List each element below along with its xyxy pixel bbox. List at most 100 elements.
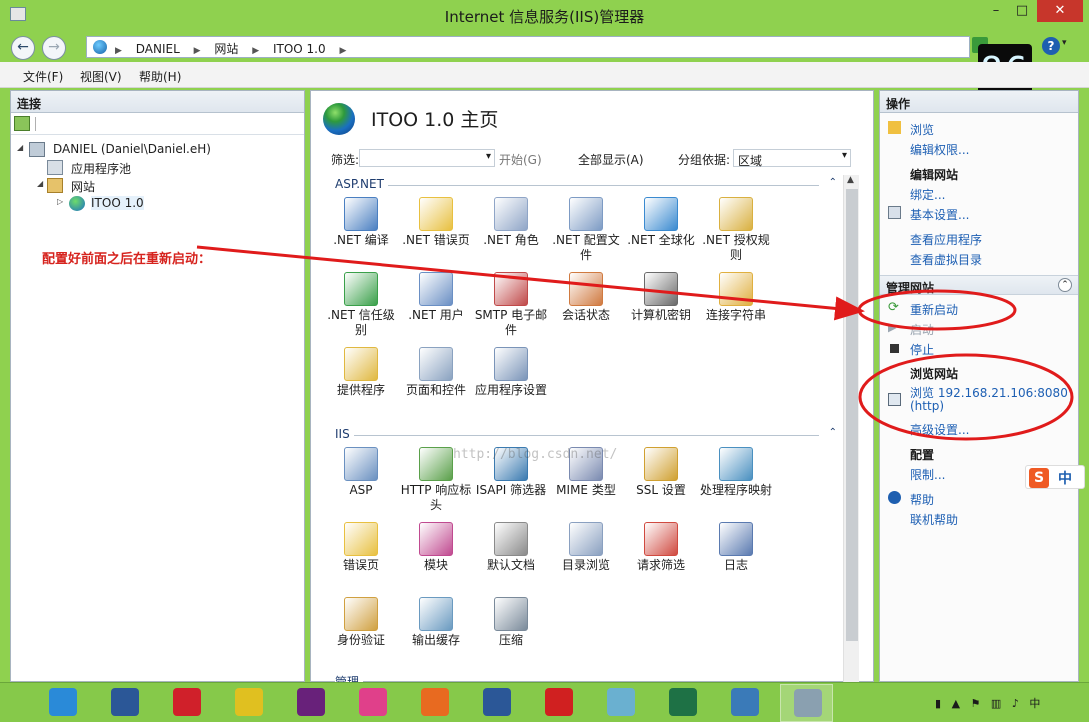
feature-label: 模块: [423, 558, 448, 572]
feature-handler-mappings[interactable]: 处理程序映射: [698, 447, 774, 498]
taskbar-button-word[interactable]: [98, 684, 151, 722]
feature-providers[interactable]: 提供程序: [323, 347, 399, 398]
forward-button[interactable]: →: [42, 36, 66, 60]
feature-connection-strings[interactable]: 连接字符串: [698, 272, 774, 323]
breadcrumb-item-daniel[interactable]: DANIEL: [136, 42, 180, 56]
feature-net-roles[interactable]: .NET 角色: [473, 197, 549, 248]
taskbar-button-word-doc[interactable]: [470, 684, 523, 722]
network-icon[interactable]: ▥: [991, 697, 1001, 710]
action-basic-settings[interactable]: 基本设置...: [910, 206, 969, 223]
feature-net-error-page[interactable]: .NET 错误页: [398, 197, 474, 248]
feature-net-authorization[interactable]: .NET 授权规则: [698, 197, 774, 263]
taskbar-button-visual-studio[interactable]: [284, 684, 337, 722]
close-button[interactable]: ✕: [1037, 0, 1083, 22]
net-roles-icon: [494, 197, 528, 231]
browse-url-protocol[interactable]: (http): [910, 399, 944, 413]
feature-modules[interactable]: 模块: [398, 522, 474, 573]
action-advanced-settings[interactable]: 高级设置...: [910, 421, 969, 438]
help-dropdown-icon[interactable]: ▾: [1062, 38, 1067, 48]
ime-tray-icon[interactable]: 中: [1029, 695, 1040, 711]
action-view-applications[interactable]: 查看应用程序: [910, 231, 982, 248]
menu-file[interactable]: 文件(F): [23, 68, 63, 85]
maximize-button[interactable]: □: [1012, 0, 1032, 22]
battery-icon[interactable]: ▮: [935, 697, 941, 710]
feature-label: 处理程序映射: [699, 483, 772, 497]
feature-label: 日志: [723, 558, 748, 572]
tool-icon: [235, 688, 263, 716]
taskbar-button-iis-manager[interactable]: [780, 684, 833, 722]
breadcrumb-item-sites[interactable]: 网站: [214, 42, 238, 56]
taskbar-button-firefox[interactable]: [408, 684, 461, 722]
menu-help[interactable]: 帮助(H): [139, 68, 181, 85]
breadcrumb[interactable]: ▶ DANIEL ▶ 网站 ▶ ITOO 1.0 ▶: [86, 36, 970, 58]
connect-icon[interactable]: [14, 116, 30, 131]
ime-indicator[interactable]: S 中: [1025, 465, 1085, 489]
feature-net-profile[interactable]: .NET 配置文件: [548, 197, 624, 263]
feature-logging[interactable]: 日志: [698, 522, 774, 573]
feature-asp[interactable]: ASP: [323, 447, 399, 498]
action-bindings[interactable]: 绑定...: [910, 186, 945, 203]
breadcrumb-item-itoo[interactable]: ITOO 1.0: [273, 42, 326, 56]
tray-expand-icon[interactable]: ▲: [952, 697, 960, 710]
speaker-icon[interactable]: ♪: [1012, 697, 1019, 710]
feature-net-globalization[interactable]: .NET 全球化: [623, 197, 699, 248]
collapse-icon[interactable]: ⌃: [1058, 278, 1072, 292]
help-icon[interactable]: ?: [1042, 37, 1060, 55]
action-help[interactable]: 帮助: [910, 491, 934, 508]
feature-authentication[interactable]: 身份验证: [323, 597, 399, 648]
action-browse[interactable]: 浏览: [910, 121, 934, 138]
scroll-thumb[interactable]: [846, 189, 858, 641]
feature-machine-key[interactable]: 计算机密钥: [623, 272, 699, 323]
feature-net-compile[interactable]: .NET 编译: [323, 197, 399, 248]
http-headers-icon: [419, 447, 453, 481]
feature-session-state[interactable]: 会话状态: [548, 272, 624, 323]
section-aspnet[interactable]: ASP.NET ⌃: [323, 177, 839, 193]
taskbar-button-tool[interactable]: [222, 684, 275, 722]
section-divider: [335, 185, 819, 186]
action-view-virtual-directories[interactable]: 查看虚拟目录: [910, 251, 982, 268]
group-by-select[interactable]: 区域: [733, 149, 851, 168]
tree-expander-icon[interactable]: ▷: [57, 197, 63, 206]
feature-net-trust-levels[interactable]: .NET 信任级别: [323, 272, 399, 338]
tree-expander-icon[interactable]: ◢: [17, 143, 23, 152]
collapse-icon[interactable]: ⌃: [829, 177, 837, 188]
taskbar-button-app-pink[interactable]: [346, 684, 399, 722]
feature-ssl-lock[interactable]: SSL 设置: [623, 447, 699, 498]
taskbar-button-dots-app[interactable]: [532, 684, 585, 722]
feature-request-filtering[interactable]: 请求筛选: [623, 522, 699, 573]
start-filter-button[interactable]: 开始(G): [499, 151, 542, 168]
menu-bar: 文件(F) 视图(V) 帮助(H): [0, 62, 1089, 88]
minimize-button[interactable]: –: [986, 0, 1006, 22]
ime-mode-label[interactable]: 中: [1058, 468, 1072, 488]
action-restart[interactable]: 重新启动: [910, 301, 958, 318]
taskbar-button-remote-desktop[interactable]: [718, 684, 771, 722]
action-stop[interactable]: 停止: [910, 341, 934, 358]
action-online-help[interactable]: 联机帮助: [910, 511, 958, 528]
tree-expander-icon[interactable]: ◢: [37, 179, 43, 188]
feature-directory-browsing[interactable]: 目录浏览: [548, 522, 624, 573]
menu-view[interactable]: 视图(V): [80, 68, 122, 85]
show-all-button[interactable]: 全部显示(A): [578, 151, 644, 168]
filter-input[interactable]: [359, 149, 495, 167]
dots-app-icon: [545, 688, 573, 716]
back-button[interactable]: ←: [11, 36, 35, 60]
action-edit-permissions[interactable]: 编辑权限...: [910, 141, 969, 158]
collapse-icon[interactable]: ⌃: [829, 427, 837, 438]
feature-pages-controls[interactable]: 页面和控件: [398, 347, 474, 398]
taskbar-button-excel[interactable]: [656, 684, 709, 722]
taskbar-button-notes[interactable]: [594, 684, 647, 722]
scroll-up-icon[interactable]: ▲: [847, 175, 854, 185]
feature-smtp-email[interactable]: SMTP 电子邮件: [473, 272, 549, 338]
taskbar-button-xmind[interactable]: [160, 684, 213, 722]
section-iis[interactable]: IIS ⌃: [323, 427, 839, 443]
feature-output-caching[interactable]: 输出缓存: [398, 597, 474, 648]
feature-net-users[interactable]: .NET 用户: [398, 272, 474, 323]
feature-app-settings[interactable]: 应用程序设置: [473, 347, 549, 398]
feature-compression[interactable]: 压缩: [473, 597, 549, 648]
taskbar-button-onedrive[interactable]: [36, 684, 89, 722]
feature-error-pages[interactable]: 错误页: [323, 522, 399, 573]
vertical-scrollbar[interactable]: ▲: [843, 175, 859, 683]
action-limits[interactable]: 限制...: [910, 466, 945, 483]
flag-icon[interactable]: ⚑: [971, 697, 981, 710]
feature-default-document[interactable]: 默认文档: [473, 522, 549, 573]
